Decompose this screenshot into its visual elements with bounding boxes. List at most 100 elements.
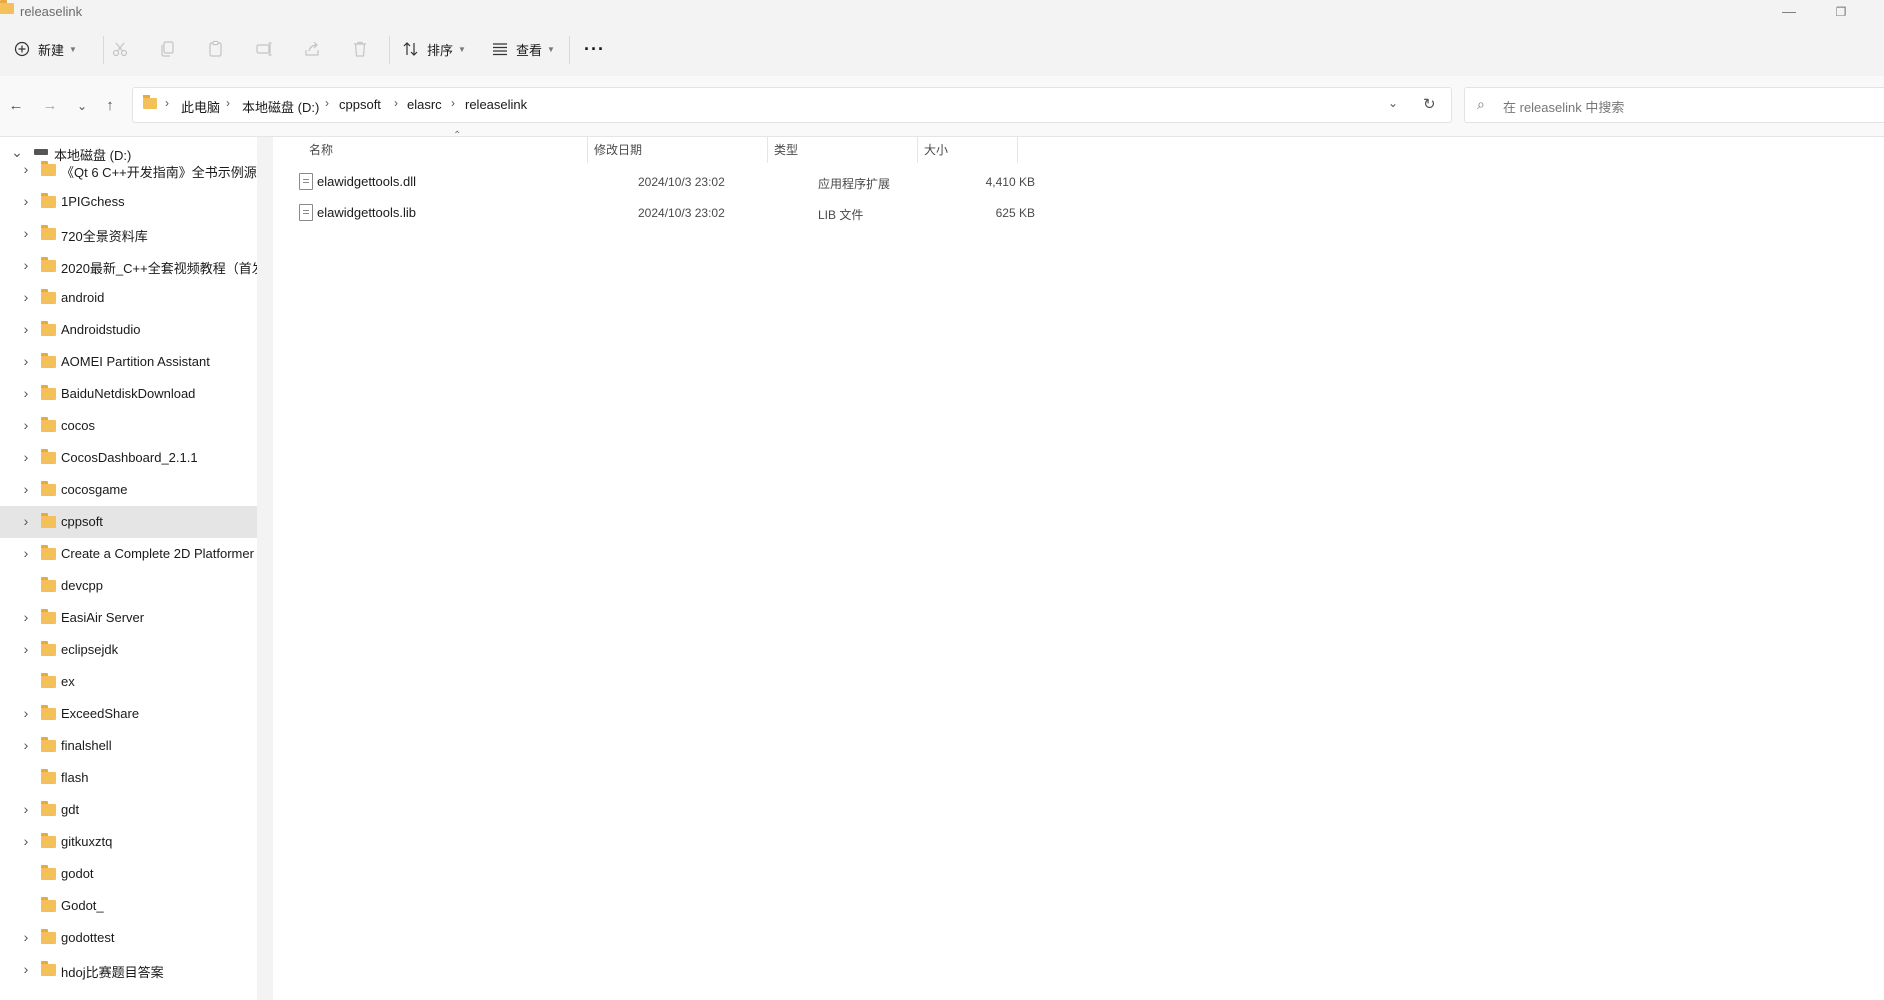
chevron-right-icon[interactable]: › <box>19 322 33 336</box>
sidebar-folder-item[interactable]: › AOMEI Partition Assistant <box>0 346 257 378</box>
chevron-right-icon[interactable]: › <box>19 546 33 560</box>
folder-icon <box>41 225 56 240</box>
sidebar-folder-item[interactable]: › EasiAir Server <box>0 602 257 634</box>
breadcrumb-drive-d[interactable]: 本地磁盘 (D:) <box>242 97 319 116</box>
sidebar-folder-item[interactable]: › 1PIGchess <box>0 186 257 218</box>
forward-button[interactable]: → <box>40 96 60 116</box>
sidebar-folder-item[interactable]: › android <box>0 282 257 314</box>
chevron-right-icon[interactable]: › <box>19 642 33 656</box>
file-row[interactable]: elawidgettools.lib 2024/10/3 23:02 LIB 文… <box>288 198 1333 228</box>
chevron-right-icon[interactable]: › <box>19 738 33 752</box>
chevron-right-icon[interactable]: › <box>19 290 33 304</box>
sidebar-folder-item[interactable]: › 2020最新_C++全套视频教程（首发） <box>0 250 257 282</box>
chevron-right-icon[interactable]: › <box>19 482 33 496</box>
sidebar-folder-item[interactable]: › gitkuxztq <box>0 826 257 858</box>
copy-button[interactable] <box>159 36 177 62</box>
sidebar-folder-item[interactable]: › 720全景资料库 <box>0 218 257 250</box>
chevron-right-icon[interactable]: › <box>19 610 33 624</box>
breadcrumb-this-pc[interactable]: 此电脑 <box>181 97 220 116</box>
minimize-button[interactable]: — <box>1774 0 1804 24</box>
refresh-icon[interactable]: ↻ <box>1423 95 1436 113</box>
pane-divider[interactable] <box>257 137 273 1000</box>
column-header-name[interactable]: 名称 <box>303 137 588 163</box>
chevron-right-icon[interactable]: › <box>19 162 33 176</box>
chevron-right-icon[interactable]: › <box>19 418 33 432</box>
toolbar-divider <box>389 36 390 64</box>
sidebar-folder-item[interactable]: › Androidstudio <box>0 314 257 346</box>
sidebar-folder-item[interactable]: › 《Qt 6 C++开发指南》全书示例源码 <box>0 154 257 186</box>
breadcrumb-cppsoft[interactable]: cppsoft <box>339 97 381 112</box>
delete-button[interactable] <box>351 36 369 62</box>
share-button[interactable] <box>303 36 321 62</box>
file-modified: 2024/10/3 23:02 <box>638 175 725 189</box>
chevron-right-icon[interactable]: › <box>19 386 33 400</box>
chevron-right-icon[interactable]: › <box>19 802 33 816</box>
sidebar-folder-item[interactable]: › godottest <box>0 922 257 954</box>
sidebar-folder-label: cocos <box>61 418 95 433</box>
sidebar-folder-label: godot <box>61 866 94 881</box>
paste-button[interactable] <box>207 36 225 62</box>
sidebar-folder-item[interactable]: › BaiduNetdiskDownload <box>0 378 257 410</box>
sidebar-folder-item[interactable]: godot <box>0 858 257 890</box>
folder-icon <box>41 577 56 592</box>
maximize-button[interactable]: ❐ <box>1826 0 1856 24</box>
address-bar[interactable]: › 此电脑 › 本地磁盘 (D:) › cppsoft › elasrc › r… <box>132 87 1452 123</box>
back-button[interactable]: ← <box>6 96 26 116</box>
title-bar: releaselink — ❐ <box>0 0 1884 24</box>
chevron-right-icon[interactable]: › <box>19 258 33 272</box>
column-header-modified[interactable]: 修改日期 <box>588 137 768 163</box>
chevron-right-icon[interactable]: › <box>19 706 33 720</box>
sidebar-folder-item[interactable]: › Create a Complete 2D Platformer <box>0 538 257 570</box>
file-row[interactable]: elawidgettools.dll 2024/10/3 23:02 应用程序扩… <box>288 167 1333 197</box>
up-button[interactable]: ↑ <box>100 96 120 116</box>
more-options-button[interactable]: ··· <box>584 36 605 62</box>
sidebar-folder-item[interactable]: › hdoj比赛题目答案 <box>0 954 257 986</box>
sort-button[interactable]: 排序 ▼ <box>402 36 466 62</box>
chevron-right-icon[interactable]: › <box>19 834 33 848</box>
sidebar-folder-item[interactable]: › CocosDashboard_2.1.1 <box>0 442 257 474</box>
chevron-right-icon[interactable]: › <box>19 962 33 976</box>
chevron-right-icon[interactable]: › <box>19 930 33 944</box>
chevron-right-icon[interactable]: › <box>19 514 33 528</box>
search-input[interactable]: ⌕ 在 releaselink 中搜索 <box>1464 87 1884 123</box>
sidebar-folder-item[interactable]: › cppsoft <box>0 506 257 538</box>
folder-icon <box>41 833 56 848</box>
sidebar-folder-label: AOMEI Partition Assistant <box>61 354 210 369</box>
sidebar-folder-item[interactable]: devcpp <box>0 570 257 602</box>
cut-button[interactable] <box>111 36 129 62</box>
file-name: elawidgettools.lib <box>317 205 417 220</box>
column-header-size[interactable]: 大小 <box>918 137 1018 163</box>
folder-icon <box>41 385 56 400</box>
sidebar-folder-item[interactable]: › cocos <box>0 410 257 442</box>
folder-icon <box>41 929 56 944</box>
sidebar-folder-item[interactable]: › cocosgame <box>0 474 257 506</box>
file-type: 应用程序扩展 <box>818 177 891 191</box>
folder-icon <box>41 481 56 496</box>
lib-file-icon <box>299 204 313 221</box>
rename-button[interactable] <box>255 36 273 62</box>
view-button[interactable]: 查看 ▼ <box>491 36 555 62</box>
chevron-down-icon: ▼ <box>547 44 555 54</box>
address-history-chevron-icon[interactable]: ⌄ <box>1388 96 1398 110</box>
sidebar-folder-label: ExceedShare <box>61 706 140 721</box>
column-divider[interactable] <box>1017 137 1018 163</box>
chevron-right-icon[interactable]: › <box>19 450 33 464</box>
recent-locations-button[interactable]: ⌄ <box>72 96 92 116</box>
sidebar-folder-item[interactable]: › eclipsejdk <box>0 634 257 666</box>
chevron-right-icon[interactable]: › <box>19 194 33 208</box>
sidebar-folder-item[interactable]: › finalshell <box>0 730 257 762</box>
folder-icon <box>41 705 56 720</box>
sidebar-folder-item[interactable]: flash <box>0 762 257 794</box>
breadcrumb-elasrc[interactable]: elasrc <box>407 97 442 112</box>
breadcrumb-releaselink[interactable]: releaselink <box>465 97 527 112</box>
folder-icon <box>41 449 56 464</box>
column-header-type[interactable]: 类型 <box>768 137 918 163</box>
sidebar-folder-item[interactable]: › gdt <box>0 794 257 826</box>
sidebar-folder-item[interactable]: Godot_ <box>0 890 257 922</box>
new-button[interactable]: 新建 ▼ <box>14 36 77 62</box>
chevron-right-icon[interactable]: › <box>19 354 33 368</box>
chevron-right-icon[interactable]: › <box>19 226 33 240</box>
sidebar-folder-item[interactable]: › ExceedShare <box>0 698 257 730</box>
file-list: ⌃ 名称 修改日期 类型 大小 elawidgettools.dll 2024/… <box>273 130 1884 1000</box>
sidebar-folder-item[interactable]: ex <box>0 666 257 698</box>
